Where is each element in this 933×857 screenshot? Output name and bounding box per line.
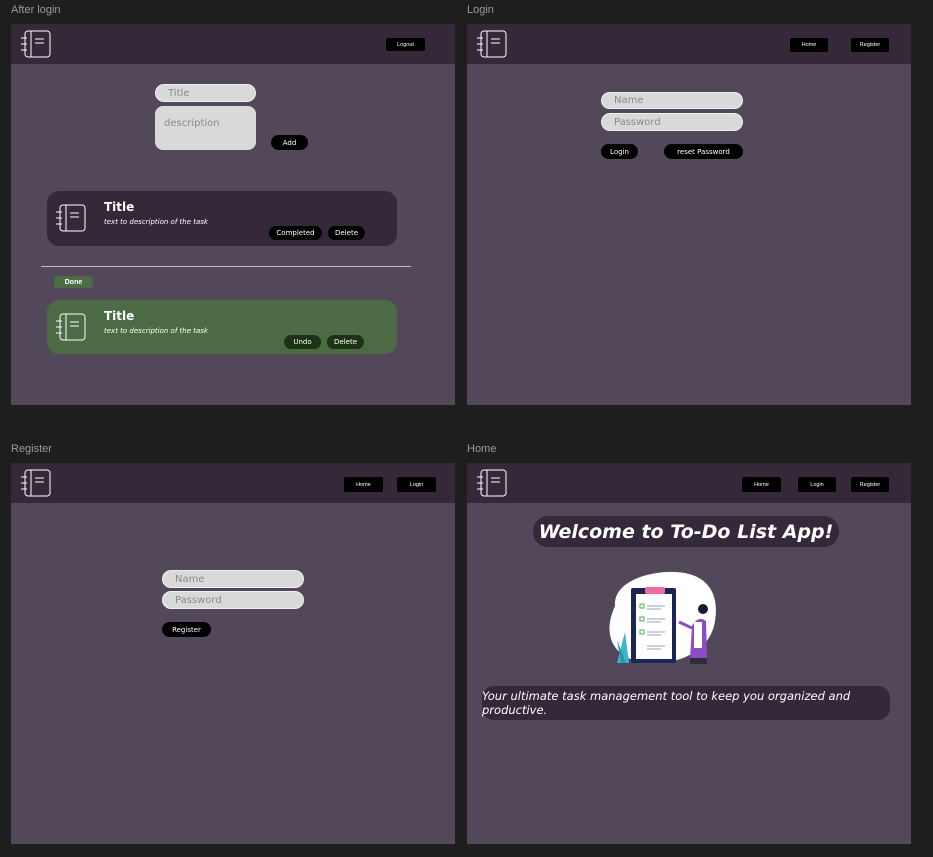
- notebook-icon: [56, 204, 86, 232]
- welcome-heading: Welcome to To-Do List App!: [533, 516, 839, 547]
- frame-label-register: Register: [11, 443, 52, 455]
- delete-button[interactable]: Delete: [327, 335, 364, 349]
- undo-button[interactable]: Undo: [284, 335, 321, 349]
- add-task-button[interactable]: Add: [271, 135, 308, 150]
- frame-label-after-login: After login: [11, 4, 61, 16]
- title-input[interactable]: Title: [155, 84, 256, 102]
- task-card: Title text to description of the task Co…: [47, 191, 397, 246]
- name-input[interactable]: Name: [162, 570, 304, 588]
- register-frame: Home Login Name Password Register: [11, 463, 455, 844]
- done-task-card: Title text to description of the task Un…: [47, 300, 397, 354]
- register-button[interactable]: Register: [162, 622, 211, 637]
- navbar: Home Login: [11, 463, 455, 503]
- register-nav-button[interactable]: Register: [851, 477, 889, 492]
- home-nav-button[interactable]: Home: [742, 477, 781, 492]
- task-title: Title: [104, 309, 135, 323]
- name-input[interactable]: Name: [601, 92, 743, 109]
- task-description: text to description of the task: [104, 218, 208, 226]
- register-nav-button[interactable]: Register: [851, 38, 889, 52]
- notebook-icon: [21, 30, 51, 58]
- home-nav-button[interactable]: Home: [790, 38, 828, 52]
- done-label: Done: [54, 276, 93, 288]
- tagline: Your ultimate task management tool to ke…: [482, 686, 890, 720]
- navbar: Logout: [11, 24, 455, 64]
- description-input[interactable]: description: [155, 106, 256, 150]
- delete-button[interactable]: Delete: [328, 226, 365, 240]
- notebook-icon: [21, 469, 51, 497]
- notebook-icon: [477, 30, 507, 58]
- home-frame: Home Login Register Welcome to To-Do Lis…: [467, 463, 911, 844]
- home-nav-button[interactable]: Home: [344, 477, 383, 492]
- task-description: text to description of the task: [104, 327, 208, 335]
- password-input[interactable]: Password: [601, 113, 743, 131]
- notebook-icon: [56, 313, 86, 341]
- navbar: Home Login Register: [467, 463, 911, 503]
- login-nav-button[interactable]: Login: [397, 477, 436, 492]
- login-nav-button[interactable]: Login: [798, 477, 836, 492]
- notebook-icon: [477, 469, 507, 497]
- reset-password-button[interactable]: reset Password: [664, 144, 743, 159]
- login-button[interactable]: Login: [601, 144, 638, 159]
- login-frame: Home Register Name Password Login reset …: [467, 24, 911, 405]
- frame-label-login: Login: [467, 4, 494, 16]
- frame-label-home: Home: [467, 443, 497, 455]
- logout-button[interactable]: Logout: [386, 38, 425, 51]
- task-title: Title: [104, 200, 135, 214]
- after-login-frame: Logout Title description Add Title text …: [11, 24, 455, 405]
- navbar: Home Register: [467, 24, 911, 64]
- task-illustration: [609, 571, 716, 664]
- completed-button[interactable]: Completed: [269, 226, 322, 240]
- divider: [41, 266, 411, 267]
- password-input[interactable]: Password: [162, 591, 304, 609]
